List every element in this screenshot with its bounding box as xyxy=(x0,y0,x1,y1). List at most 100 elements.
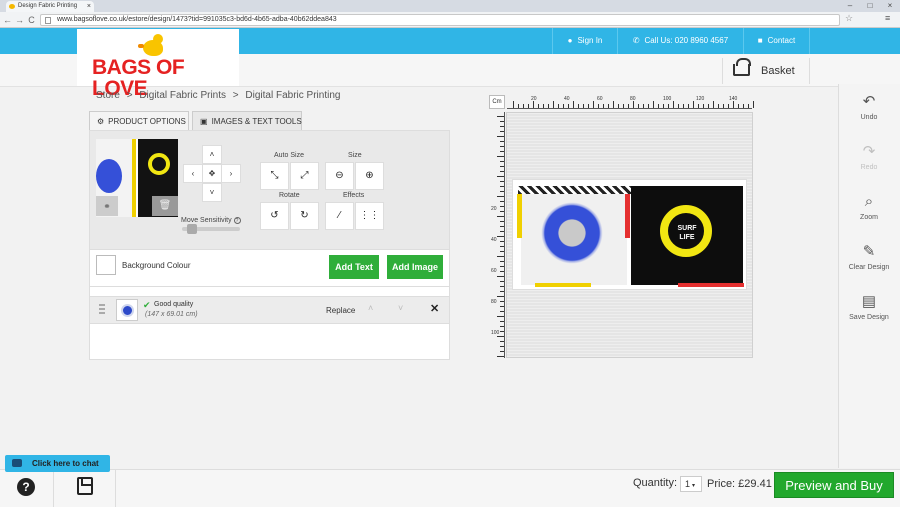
address-bar[interactable]: www.bagsoflove.co.uk/estore/design/1473?… xyxy=(40,14,840,26)
ruler-tick xyxy=(500,226,504,227)
ruler-tick xyxy=(733,101,734,108)
undo-icon: ↶ xyxy=(862,93,876,110)
layer-down-icon[interactable]: ˅ xyxy=(398,303,403,313)
move-sensitivity-handle[interactable] xyxy=(187,224,197,234)
price-label: Price: £29.41 xyxy=(707,478,772,490)
drag-handle-icon[interactable] xyxy=(99,304,105,316)
unit-toggle-button[interactable]: Cm xyxy=(489,95,505,109)
chat-button[interactable]: Click here to chat xyxy=(5,455,110,472)
rotate-label: Rotate xyxy=(279,192,300,199)
edit-icon: ✎ xyxy=(862,243,876,260)
save-design-label: Save Design xyxy=(849,314,889,321)
basket-label: Basket xyxy=(761,65,795,77)
gear-icon: ⚙ xyxy=(97,117,105,126)
clear-design-button[interactable]: ✎ Clear Design xyxy=(838,238,900,288)
basket-link[interactable]: Basket xyxy=(722,58,810,84)
call-us-link[interactable]: ✆ Call Us: 020 8960 4567 xyxy=(617,28,743,54)
ruler-tick xyxy=(753,101,754,108)
help-button[interactable]: ? xyxy=(0,469,54,507)
ruler-tick xyxy=(500,291,504,292)
add-text-button[interactable]: Add Text xyxy=(329,255,379,279)
ruler-tick xyxy=(543,104,544,108)
rotate-left-button[interactable]: ↺ xyxy=(260,202,289,230)
quantity-label: Quantity: xyxy=(633,477,678,489)
help-circle-icon[interactable]: ? xyxy=(233,217,241,224)
shrink-to-fit-button[interactable]: ⤡ xyxy=(260,162,289,190)
background-colour-swatch[interactable] xyxy=(96,255,116,275)
ruler-tick xyxy=(528,104,529,108)
layer-up-icon[interactable]: ˄ xyxy=(368,303,373,313)
magic-wand-button[interactable]: ⁄ xyxy=(325,202,354,230)
breadcrumb-store[interactable]: Store xyxy=(96,90,120,101)
ruler-label: 80 xyxy=(630,96,636,102)
expand-to-fit-button[interactable]: ⤢ xyxy=(290,162,319,190)
browser-menu-icon[interactable]: ≡ xyxy=(885,13,890,23)
sign-in-link[interactable]: ● Sign In xyxy=(552,28,617,54)
tab-product-options[interactable]: ⚙ PRODUCT OPTIONS xyxy=(89,111,189,131)
ruler-tick xyxy=(653,101,654,108)
clear-design-label: Clear Design xyxy=(848,264,890,271)
print-blue-splash xyxy=(541,202,603,264)
move-sensitivity-label: Move Sensitivity ? xyxy=(181,217,241,224)
browser-tab[interactable]: Design Fabric Printing × xyxy=(6,1,94,12)
forward-icon[interactable]: → xyxy=(14,12,25,28)
ruler-tick xyxy=(500,306,504,307)
reload-icon[interactable]: C xyxy=(26,12,37,28)
window-maximize-button[interactable]: □ xyxy=(860,0,880,12)
ruler-tick xyxy=(500,311,504,312)
pattern-grid-button[interactable]: ⋮⋮ xyxy=(355,202,384,230)
move-right-button[interactable]: › xyxy=(221,164,241,183)
breadcrumb-separator: > xyxy=(232,90,239,101)
ruler-tick xyxy=(500,246,504,247)
logo[interactable]: BAGS OF LOVE xyxy=(77,29,239,99)
add-image-button[interactable]: Add Image xyxy=(387,255,443,279)
ruler-tick xyxy=(500,221,504,222)
ruler-tick xyxy=(500,301,504,302)
quantity-select[interactable]: 1 ▾ xyxy=(680,476,702,492)
top-ruler: 20 40 60 80 100 120 140 xyxy=(507,95,754,109)
save-button[interactable] xyxy=(54,469,116,507)
favicon-icon xyxy=(9,4,15,9)
window-close-button[interactable]: × xyxy=(880,0,900,12)
move-left-button[interactable]: ‹ xyxy=(183,164,203,183)
rotate-right-button[interactable]: ↻ xyxy=(290,202,319,230)
tab-images-text-tools[interactable]: ▣ IMAGES & TEXT TOOLS xyxy=(192,111,302,131)
ruler-tick xyxy=(500,141,504,142)
ruler-tick xyxy=(693,101,694,108)
fabric-print-preview[interactable]: SURF LIFE xyxy=(512,179,747,290)
link-icon[interactable]: ⚭ xyxy=(96,196,118,216)
ruler-tick xyxy=(500,266,504,267)
ruler-tick xyxy=(603,104,604,108)
zoom-button[interactable]: ⌕ Zoom xyxy=(838,188,900,238)
redo-button[interactable]: ↷ Redo xyxy=(838,138,900,188)
tab-close-icon[interactable]: × xyxy=(87,1,91,12)
ruler-tick xyxy=(628,104,629,108)
ruler-tick xyxy=(500,286,504,287)
window-minimize-button[interactable]: – xyxy=(840,0,860,12)
move-down-button[interactable]: ˅ xyxy=(202,183,222,202)
ruler-tick xyxy=(558,104,559,108)
layer-thumbnail xyxy=(116,299,138,321)
ruler-tick xyxy=(533,101,534,108)
move-center-button[interactable]: ✥ xyxy=(202,164,222,183)
contact-link[interactable]: ■ Contact xyxy=(743,28,810,54)
zoom-out-button[interactable]: ⊖ xyxy=(325,162,354,190)
background-colour-label: Background Colour xyxy=(122,261,191,270)
breadcrumb-digital-fabric-prints[interactable]: Digital Fabric Prints xyxy=(139,90,226,101)
ruler-tick xyxy=(500,206,504,207)
zoom-in-button[interactable]: ⊕ xyxy=(355,162,384,190)
effects-label: Effects xyxy=(343,192,365,199)
ruler-tick xyxy=(500,346,504,347)
preview-and-buy-button[interactable]: Preview and Buy xyxy=(774,472,894,498)
back-icon[interactable]: ← xyxy=(2,12,13,28)
move-up-button[interactable]: ˄ xyxy=(202,145,222,164)
ruler-label: 120 xyxy=(696,96,705,102)
ruler-tick xyxy=(500,251,504,252)
bookmark-star-icon[interactable]: ☆ xyxy=(845,13,853,24)
remove-layer-icon[interactable]: ✕ xyxy=(430,302,439,315)
undo-button[interactable]: ↶ Undo xyxy=(838,88,900,138)
trash-icon[interactable]: 🗑 xyxy=(152,196,178,216)
ruler-tick xyxy=(643,104,644,108)
save-design-button[interactable]: ▤ Save Design xyxy=(838,288,900,338)
replace-button[interactable]: Replace xyxy=(326,306,355,315)
